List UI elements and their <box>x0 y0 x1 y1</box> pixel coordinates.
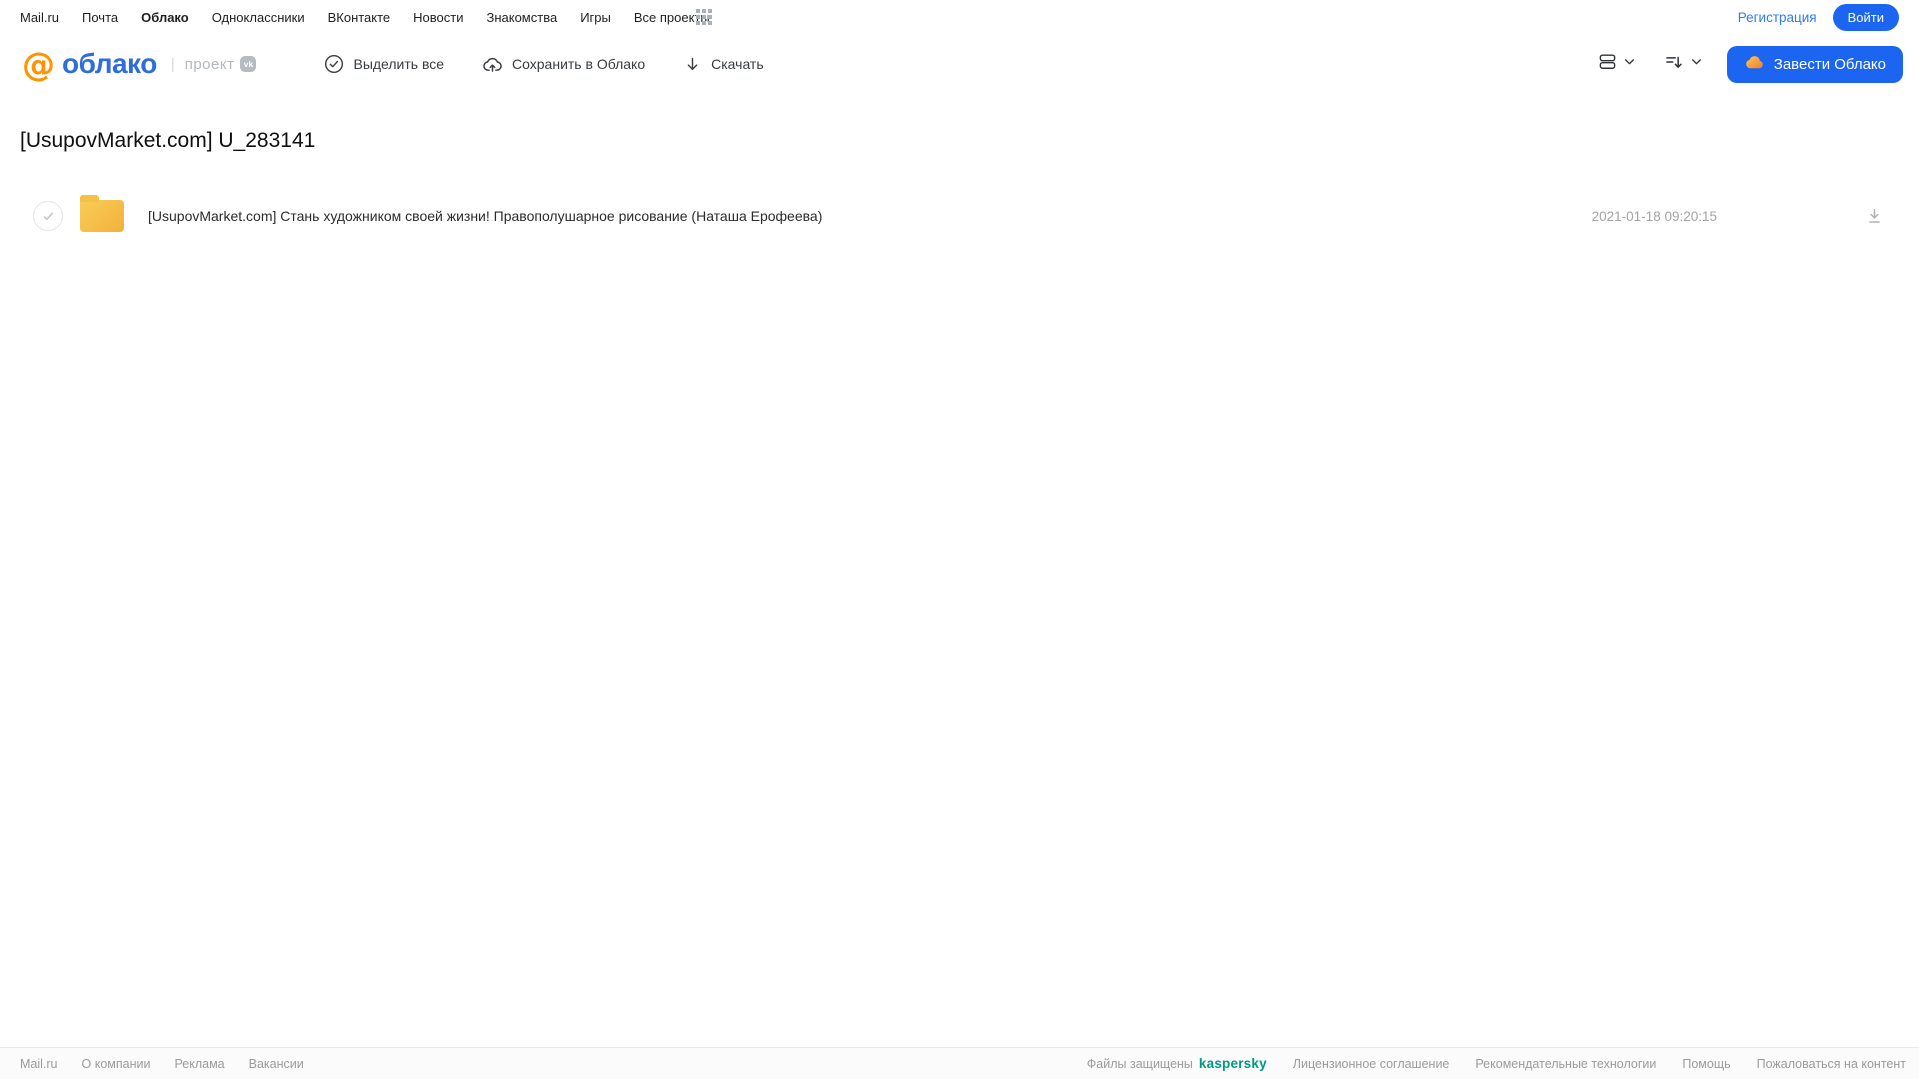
portal-nav-auth: Регистрация Войти <box>1738 3 1899 31</box>
check-circle-icon <box>324 54 344 74</box>
select-all-button[interactable]: Выделить все <box>324 54 444 74</box>
all-projects-grid-icon[interactable] <box>695 9 712 25</box>
footer-right-link-list: Лицензионное соглашение Рекомендательные … <box>1293 1057 1906 1071</box>
row-download-icon[interactable] <box>1865 207 1884 226</box>
kaspersky-logo[interactable]: kaspersky <box>1199 1056 1267 1071</box>
portal-nav-item[interactable]: ВКонтакте <box>328 10 391 25</box>
save-to-cloud-label: Сохранить в Облако <box>512 56 646 72</box>
portal-nav-links: Mail.ru Почта Облако Одноклассники ВКонтакте… <box>20 10 710 25</box>
save-to-cloud-button[interactable]: Сохранить в Облако <box>482 54 645 75</box>
footer-left-links: Mail.ru О компании Реклама Вакансии <box>20 1057 304 1071</box>
footer-link[interactable]: Помощь <box>1682 1057 1730 1071</box>
cloud-logo[interactable]: @ облако | проект vk <box>22 44 257 84</box>
file-row[interactable]: [UsupovMarket.com] Стань художником свое… <box>0 193 1919 239</box>
vk-badge-icon: vk <box>240 56 257 72</box>
list-view-icon <box>1598 52 1617 76</box>
download-button[interactable]: Скачать <box>683 55 764 74</box>
page-title: [UsupovMarket.com] U_283141 <box>20 129 316 152</box>
file-list: [UsupovMarket.com] Стань художником свое… <box>0 193 1919 239</box>
footer-link[interactable]: Вакансии <box>249 1057 304 1071</box>
portal-nav-item[interactable]: Почта <box>82 10 118 25</box>
logo-project-tag: | проект vk <box>171 56 257 73</box>
register-link[interactable]: Регистрация <box>1738 10 1817 25</box>
login-button[interactable]: Войти <box>1832 3 1899 31</box>
portal-nav-item[interactable]: Знакомства <box>486 10 557 25</box>
check-icon <box>43 212 53 220</box>
footer-link[interactable]: Лицензионное соглашение <box>1293 1057 1450 1071</box>
chevron-down-icon <box>1690 55 1703 73</box>
kaspersky-protected-label: Файлы защищены <box>1086 1056 1193 1071</box>
footer-link[interactable]: О компании <box>82 1057 151 1071</box>
kaspersky-protection: Файлы защищены kaspersky <box>1087 1056 1267 1071</box>
portal-nav-item[interactable]: Новости <box>413 10 463 25</box>
header-right-controls: Завести Облако <box>1598 45 1903 83</box>
row-checkbox[interactable] <box>33 201 63 231</box>
sort-control[interactable] <box>1664 52 1703 77</box>
folder-icon <box>80 195 124 232</box>
main-content: [UsupovMarket.com] U_283141 [UsupovMarke… <box>0 129 1919 239</box>
project-label: проект <box>184 55 235 73</box>
get-cloud-button[interactable]: Завести Облако <box>1726 45 1903 83</box>
file-toolbar: Выделить все Сохранить в Облако Скачать <box>324 54 764 75</box>
file-name-link[interactable]: [UsupovMarket.com] Стань художником свое… <box>148 208 822 224</box>
footer-link[interactable]: Mail.ru <box>20 1057 58 1071</box>
logo-text: облако <box>62 48 157 79</box>
logo-separator: | <box>170 55 175 73</box>
portal-nav-item[interactable]: Одноклассники <box>212 10 305 25</box>
chevron-down-icon <box>1623 55 1636 73</box>
view-switcher-control[interactable] <box>1598 52 1636 76</box>
mailru-at-icon: @ <box>22 44 55 84</box>
download-arrow-icon <box>683 55 702 74</box>
footer: Mail.ru О компании Реклама Вакансии Файлы з… <box>0 1047 1919 1079</box>
portal-nav-item[interactable]: Mail.ru <box>20 10 59 25</box>
portal-nav: Mail.ru Почта Облако Одноклассники ВКонтакте… <box>0 0 1919 34</box>
select-all-label: Выделить все <box>353 56 445 72</box>
footer-link[interactable]: Пожаловаться на контент <box>1757 1057 1906 1071</box>
sort-icon <box>1664 52 1684 77</box>
get-cloud-label: Завести Облако <box>1773 55 1886 73</box>
portal-nav-item[interactable]: Игры <box>580 10 611 25</box>
cloud-icon <box>1744 52 1765 77</box>
file-date: 2021-01-18 09:20:15 <box>1591 208 1717 224</box>
footer-link[interactable]: Реклама <box>174 1057 224 1071</box>
download-label: Скачать <box>711 56 764 72</box>
footer-right-links: Файлы защищены kaspersky Лицензионное со… <box>1087 1056 1906 1071</box>
portal-nav-item[interactable]: Облако <box>141 10 189 25</box>
cloud-upload-icon <box>482 54 503 75</box>
header: @ облако | проект vk Выделить все Сохран… <box>0 34 1919 94</box>
footer-link[interactable]: Рекомендательные технологии <box>1475 1057 1656 1071</box>
